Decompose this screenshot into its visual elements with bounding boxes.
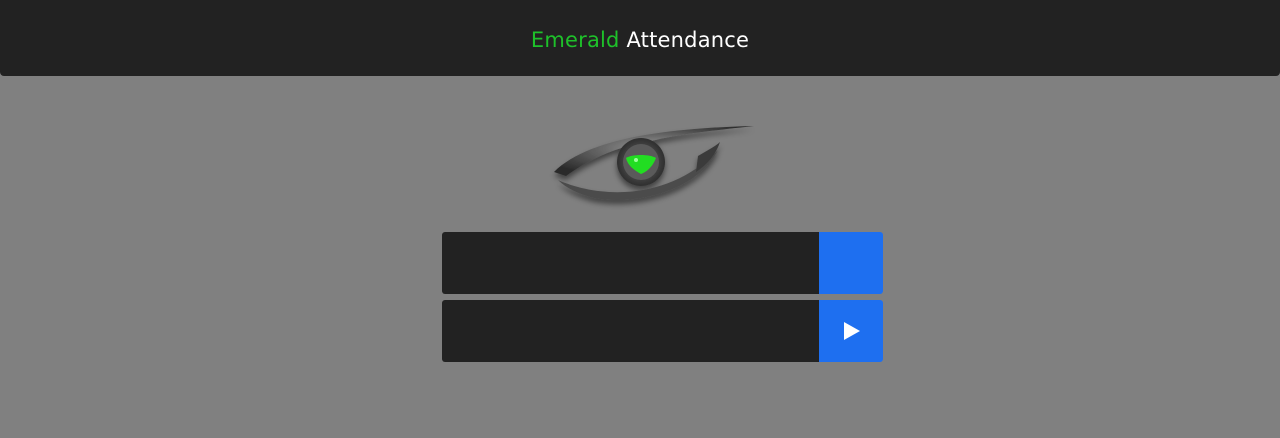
text-field-2[interactable] <box>442 300 819 362</box>
app-title-rest: Attendance <box>626 28 750 52</box>
app-title-brand: Emerald <box>530 28 620 52</box>
app-title: Emerald Attendance <box>531 28 749 52</box>
action-button-1[interactable] <box>819 232 883 294</box>
eye-logo-icon <box>554 126 754 200</box>
submit-button[interactable] <box>819 300 883 362</box>
form-row-1 <box>442 232 883 294</box>
eye-logo <box>548 120 760 212</box>
header-bar: Emerald Attendance <box>0 0 1280 76</box>
text-field-1[interactable] <box>442 232 819 294</box>
form-row-2 <box>442 300 883 362</box>
play-icon <box>844 322 860 340</box>
